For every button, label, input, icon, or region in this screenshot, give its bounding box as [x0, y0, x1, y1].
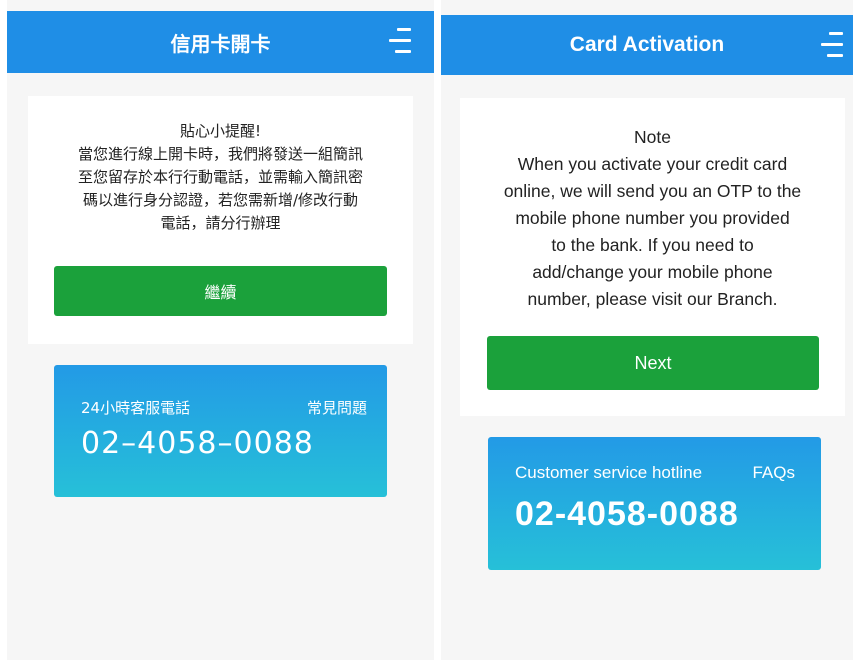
page-title: 信用卡開卡	[170, 31, 271, 56]
hotline-number[interactable]: 02-4058-0088	[515, 495, 739, 534]
hotline-card: 24小時客服電話 常見問題 02–4058–0088	[54, 365, 387, 497]
notice-card: Note When you activate your credit card …	[460, 98, 845, 416]
header-bar: 信用卡開卡	[7, 11, 434, 73]
header-bar: Card Activation	[441, 15, 853, 75]
faq-link[interactable]: 常見問題	[307, 397, 367, 418]
faq-link[interactable]: FAQs	[752, 463, 795, 483]
hotline-label: Customer service hotline	[515, 463, 703, 482]
notice-text: 貼心小提醒! 當您進行線上開卡時，我們將發送一組簡訊 至您留存於本行行動電話，並…	[77, 122, 363, 232]
hotline-card: Customer service hotline FAQs 02-4058-00…	[488, 437, 821, 570]
continue-button[interactable]: 繼續	[54, 266, 387, 316]
english-screen: Card Activation Note When you activate y…	[441, 0, 853, 660]
hotline-label: 24小時客服電話	[81, 399, 191, 417]
next-button[interactable]: Next	[487, 336, 819, 390]
notice-card: 貼心小提醒! 當您進行線上開卡時，我們將發送一組簡訊 至您留存於本行行動電話，並…	[28, 96, 413, 344]
hotline-number[interactable]: 02–4058–0088	[81, 426, 314, 461]
notice-text: Note When you activate your credit card …	[503, 127, 802, 309]
hamburger-menu-icon[interactable]	[821, 32, 843, 58]
hamburger-menu-icon[interactable]	[389, 28, 411, 54]
page-title: Card Activation	[569, 33, 725, 56]
chinese-screen: 信用卡開卡 貼心小提醒! 當您進行線上開卡時，我們將發送一組簡訊 至您留存於本行…	[7, 0, 434, 660]
